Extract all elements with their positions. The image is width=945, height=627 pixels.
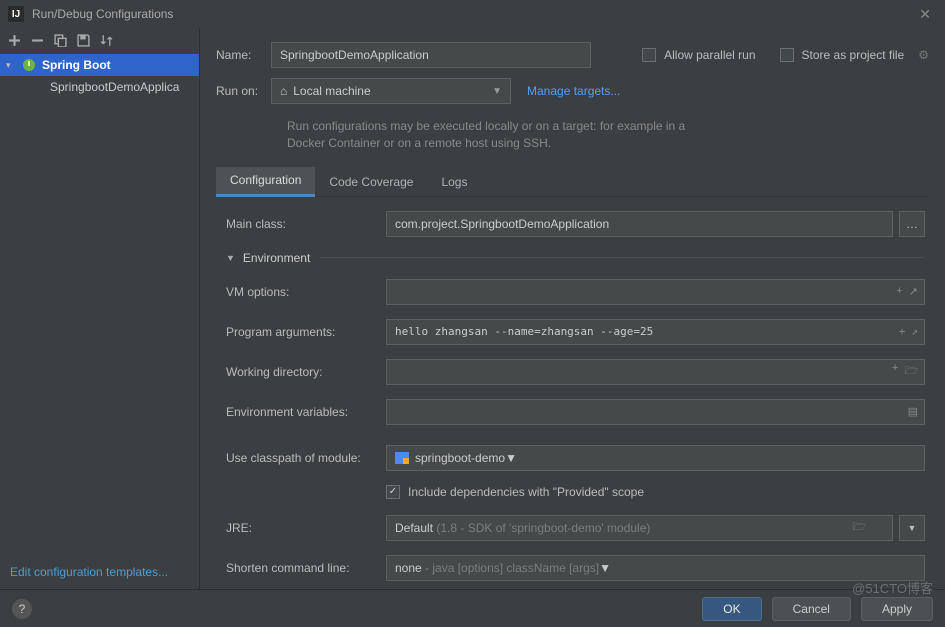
jre-combo[interactable]: Default (1.8 - SDK of 'springboot-demo' … [386,515,893,541]
program-args-field[interactable]: hello zhangsan --name=zhangsan --age=25 … [386,319,925,345]
remove-icon[interactable] [31,34,44,47]
list-icon[interactable]: ▤ [908,405,918,418]
cancel-button[interactable]: Cancel [772,597,851,621]
classpath-label: Use classpath of module: [226,451,386,465]
expand-icon[interactable]: ↗ [909,285,918,298]
add-icon[interactable] [8,34,21,47]
folder-icon[interactable]: 🗁 [904,362,918,381]
shorten-label: Shorten command line: [226,561,386,575]
config-toolbar [0,28,199,52]
content-pane: Name: Allow parallel run Store as projec… [200,28,945,589]
module-icon [395,452,409,464]
expand-icon[interactable]: ↗ [911,325,918,338]
jre-dropdown-button[interactable]: ▼ [899,515,925,541]
window-title: Run/Debug Configurations [32,7,913,21]
plus-icon[interactable]: + [896,285,902,298]
folder-icon[interactable]: 🗁 [852,518,866,537]
browse-main-class-button[interactable]: … [899,211,925,237]
jre-label: JRE: [226,521,386,535]
tab-configuration[interactable]: Configuration [216,167,315,197]
working-dir-field[interactable]: +🗁 [386,359,925,385]
tab-logs[interactable]: Logs [427,167,481,197]
tree-group-label: Spring Boot [42,58,111,72]
runon-label: Run on: [216,84,271,98]
app-icon: IJ [8,6,24,22]
sidebar: ▾ Spring Boot SpringbootDemoApplica Edit… [0,28,200,589]
chevron-down-icon: ▼ [492,86,502,97]
tree-group-springboot[interactable]: ▾ Spring Boot [0,54,199,76]
gear-icon[interactable]: ⚙ [918,48,929,62]
vm-options-field[interactable]: +↗ [386,279,925,305]
chevron-down-icon: ▼ [226,253,235,263]
include-provided-label: Include dependencies with "Provided" sco… [408,485,644,499]
chevron-down-icon: ▼ [599,561,611,575]
vm-options-label: VM options: [226,285,386,299]
main-class-field[interactable]: com.project.SpringbootDemoApplication [386,211,893,237]
include-provided-checkbox[interactable]: ✓ [386,485,400,499]
home-icon: ⌂ [280,84,287,98]
chevron-down-icon: ▾ [6,60,16,71]
runon-hint: Run configurations may be executed local… [287,118,687,153]
close-icon[interactable]: ✕ [913,4,937,25]
store-project-checkbox[interactable] [780,48,794,62]
config-tree: ▾ Spring Boot SpringbootDemoApplica [0,52,199,555]
sort-icon[interactable] [100,34,113,47]
help-button[interactable]: ? [12,599,32,619]
shorten-combo[interactable]: none - java [options] className [args] ▼ [386,555,925,581]
name-label: Name: [216,48,271,62]
dialog-footer: ? OK Cancel Apply [0,589,945,627]
ok-button[interactable]: OK [702,597,761,621]
runon-combo[interactable]: ⌂ Local machine ▼ [271,78,511,104]
working-dir-label: Working directory: [226,365,386,379]
allow-parallel-label: Allow parallel run [664,48,755,62]
name-input[interactable] [271,42,591,68]
tree-item-config[interactable]: SpringbootDemoApplica [0,76,199,98]
env-vars-label: Environment variables: [226,405,386,419]
tabs: Configuration Code Coverage Logs [216,167,929,197]
runon-value: Local machine [293,84,370,98]
allow-parallel-checkbox[interactable] [642,48,656,62]
tab-code-coverage[interactable]: Code Coverage [315,167,427,197]
program-args-label: Program arguments: [226,325,386,339]
tree-item-label: SpringbootDemoApplica [50,80,179,94]
environment-section[interactable]: ▼ Environment [226,251,925,265]
edit-templates-link[interactable]: Edit configuration templates... [10,565,168,579]
manage-targets-link[interactable]: Manage targets... [527,84,620,98]
titlebar: IJ Run/Debug Configurations ✕ [0,0,945,28]
env-vars-field[interactable]: ▤ [386,399,925,425]
apply-button[interactable]: Apply [861,597,933,621]
store-project-label: Store as project file [802,48,905,62]
chevron-down-icon: ▼ [505,451,517,465]
classpath-combo[interactable]: springboot-demo ▼ [386,445,925,471]
save-icon[interactable] [77,34,90,47]
springboot-icon [22,58,36,72]
main-class-label: Main class: [226,217,386,231]
copy-icon[interactable] [54,34,67,47]
section-label: Environment [243,251,310,265]
plus-icon[interactable]: + [892,362,898,381]
plus-icon[interactable]: + [899,325,906,338]
